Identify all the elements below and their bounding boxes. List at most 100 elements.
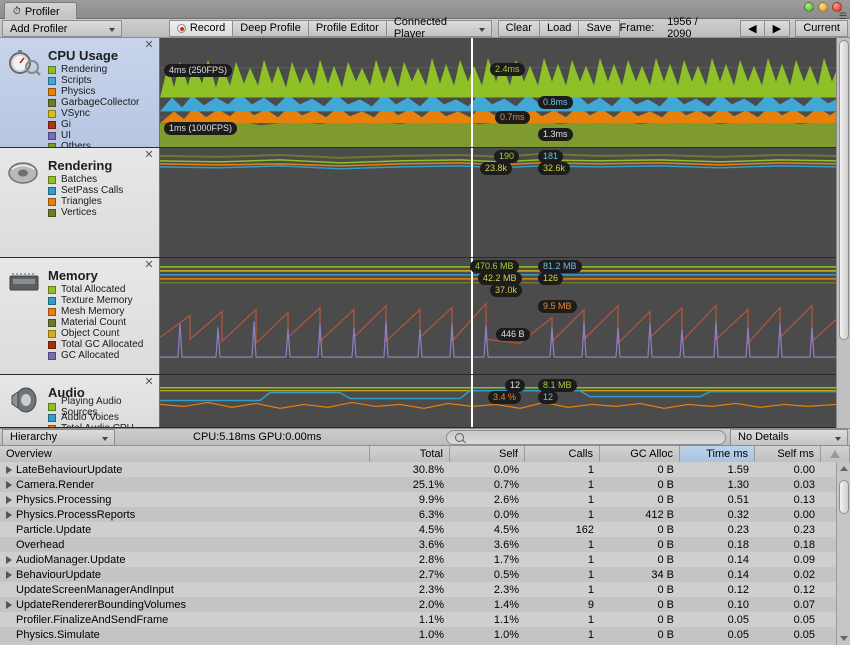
expand-triangle-icon[interactable] (6, 481, 12, 489)
frame-cursor-line[interactable] (471, 148, 473, 257)
expand-triangle-icon[interactable] (6, 496, 12, 504)
chart-module-rendering[interactable]: ✕ Rendering Batches SetPass Calls Triang… (0, 148, 850, 258)
stopwatch-icon (6, 48, 42, 78)
view-mode-label: Hierarchy (10, 431, 57, 443)
search-input[interactable] (446, 430, 726, 445)
table-row[interactable]: Physics.ProcessReports6.3%0.0%1412 B0.32… (0, 507, 850, 522)
column-header-time-ms[interactable]: Time ms (680, 446, 755, 462)
expand-triangle-icon[interactable] (6, 511, 12, 519)
table-row[interactable]: Particle.Update4.5%4.5%1620 B0.230.23 (0, 522, 850, 537)
cell-calls: 1 (525, 494, 600, 506)
scroll-down-icon[interactable] (840, 636, 848, 641)
legend-audio[interactable]: ✕ Audio Playing Audio Sources Audio Voic… (0, 375, 160, 427)
record-button[interactable]: Record (169, 20, 233, 37)
close-icon[interactable]: ✕ (144, 261, 154, 271)
plot-rendering[interactable]: 190 23.8k 181 32.6k (160, 148, 836, 257)
legend-item[interactable]: VSync (48, 108, 139, 119)
chart-module-cpu-usage[interactable]: ✕ CPU Usage Rendering Scripts Physics Ga… (0, 38, 850, 148)
chart-module-audio[interactable]: ✕ Audio Playing Audio Sources Audio Voic… (0, 375, 850, 428)
legend-item[interactable]: Texture Memory (48, 295, 143, 306)
save-button[interactable]: Save (579, 20, 619, 37)
details-mode-dropdown[interactable]: No Details (730, 429, 848, 446)
table-row[interactable]: Physics.Processing9.9%2.6%10 B0.510.13 (0, 492, 850, 507)
legend-item[interactable]: Material Count (48, 317, 143, 328)
minimize-button[interactable] (804, 2, 814, 12)
table-row[interactable]: Overhead3.6%3.6%10 B0.180.18 (0, 537, 850, 552)
table-row[interactable]: Camera.Render25.1%0.7%10 B1.300.03 (0, 477, 850, 492)
expand-triangle-icon[interactable] (6, 466, 12, 474)
close-icon[interactable]: ✕ (144, 378, 154, 388)
legend-memory[interactable]: ✕ Memory Total Allocated Texture Memory … (0, 258, 160, 374)
color-swatch-icon (48, 66, 56, 74)
maximize-button[interactable] (818, 2, 828, 12)
expand-triangle-icon[interactable] (6, 556, 12, 564)
current-frame-button[interactable]: Current (795, 20, 848, 37)
column-header-total[interactable]: Total (370, 446, 450, 462)
next-frame-button[interactable]: ▶ (765, 20, 790, 37)
legend-cpu-usage[interactable]: ✕ CPU Usage Rendering Scripts Physics Ga… (0, 38, 160, 147)
column-header-calls[interactable]: Calls (525, 446, 600, 462)
column-header-overview[interactable]: Overview (0, 446, 370, 462)
legend-item[interactable]: Physics (48, 86, 139, 97)
scrollbar-thumb[interactable] (839, 480, 849, 514)
legend-item[interactable]: UI (48, 130, 139, 141)
legend-title: Rendering (48, 158, 123, 173)
legend-item[interactable]: Total Allocated (48, 284, 143, 295)
table-scrollbar[interactable] (836, 462, 850, 645)
legend-item[interactable]: Gi (48, 119, 139, 130)
legend-item-label: Material Count (61, 317, 126, 328)
scroll-up-icon[interactable] (840, 466, 848, 471)
legend-item[interactable]: GarbageCollector (48, 97, 139, 108)
legend-item[interactable]: Triangles (48, 196, 123, 207)
table-row[interactable]: UpdateRendererBoundingVolumes2.0%1.4%90 … (0, 597, 850, 612)
expand-triangle-icon[interactable] (6, 601, 12, 609)
chart-stack-scrollbar[interactable] (836, 38, 850, 428)
view-mode-dropdown[interactable]: Hierarchy (2, 429, 115, 446)
cursor-value-bubble: 3.4 % (488, 391, 521, 404)
prev-frame-button[interactable]: ◀ (740, 20, 765, 37)
table-row[interactable]: AudioManager.Update2.8%1.7%10 B0.140.09 (0, 552, 850, 567)
legend-item[interactable]: SetPass Calls (48, 185, 123, 196)
table-row[interactable]: UpdateScreenManagerAndInput2.3%2.3%10 B0… (0, 582, 850, 597)
legend-item[interactable]: Playing Audio Sources (48, 401, 155, 412)
legend-item[interactable]: Batches (48, 174, 123, 185)
plot-memory[interactable]: 470.6 MB 42.2 MB 37.0k 446 B 81.2 MB 126… (160, 258, 836, 374)
add-profiler-dropdown[interactable]: Add Profiler (2, 20, 122, 37)
plot-audio[interactable]: 12 3.4 % 8.1 MB 12 (160, 375, 836, 427)
cell-gc-alloc: 0 B (600, 599, 680, 611)
scrollbar-thumb[interactable] (839, 40, 849, 340)
legend-item[interactable]: Total GC Allocated (48, 339, 143, 350)
frame-cursor-line[interactable] (471, 258, 473, 374)
table-row[interactable]: Profiler.FinalizeAndSendFrame1.1%1.1%10 … (0, 612, 850, 627)
close-icon[interactable]: ✕ (144, 41, 154, 51)
legend-item[interactable]: GC Allocated (48, 350, 143, 361)
clear-button[interactable]: Clear (498, 20, 540, 37)
expand-triangle-icon[interactable] (6, 571, 12, 579)
legend-item[interactable]: Scripts (48, 75, 139, 86)
profile-editor-button[interactable]: Profile Editor (309, 20, 387, 37)
plot-cpu-usage[interactable]: 4ms (250FPS) 1ms (1000FPS) 2.4ms 0.7ms 0… (160, 38, 836, 147)
legend-item[interactable]: Others (48, 141, 139, 148)
table-row[interactable]: BehaviourUpdate2.7%0.5%134 B0.140.02 (0, 567, 850, 582)
legend-item[interactable]: Object Count (48, 328, 143, 339)
table-row[interactable]: Physics.Simulate1.0%1.0%10 B0.050.05 (0, 627, 850, 642)
column-header-gc-alloc[interactable]: GC Alloc (600, 446, 680, 462)
legend-item[interactable]: Mesh Memory (48, 306, 143, 317)
legend-rendering[interactable]: ✕ Rendering Batches SetPass Calls Triang… (0, 148, 160, 257)
tab-profiler[interactable]: ⏱ Profiler (4, 2, 77, 19)
table-row[interactable]: LateBehaviourUpdate30.8%0.0%10 B1.590.00 (0, 462, 850, 477)
cursor-value-bubble: 126 (538, 272, 563, 285)
chart-module-memory[interactable]: ✕ Memory Total Allocated Texture Memory … (0, 258, 850, 375)
frame-cursor-line[interactable] (471, 38, 473, 147)
column-header-self-ms[interactable]: Self ms (755, 446, 821, 462)
legend-item[interactable]: Vertices (48, 207, 123, 218)
frame-cursor-line[interactable] (471, 375, 473, 427)
load-button[interactable]: Load (540, 20, 579, 37)
close-icon[interactable]: ✕ (144, 151, 154, 161)
column-header-self[interactable]: Self (450, 446, 525, 462)
cursor-value-bubble: 446 B (496, 328, 530, 341)
column-header-sort[interactable] (821, 446, 850, 462)
connected-player-dropdown[interactable]: Connected Player (387, 20, 492, 37)
legend-item[interactable]: Rendering (48, 64, 139, 75)
deep-profile-button[interactable]: Deep Profile (233, 20, 309, 37)
